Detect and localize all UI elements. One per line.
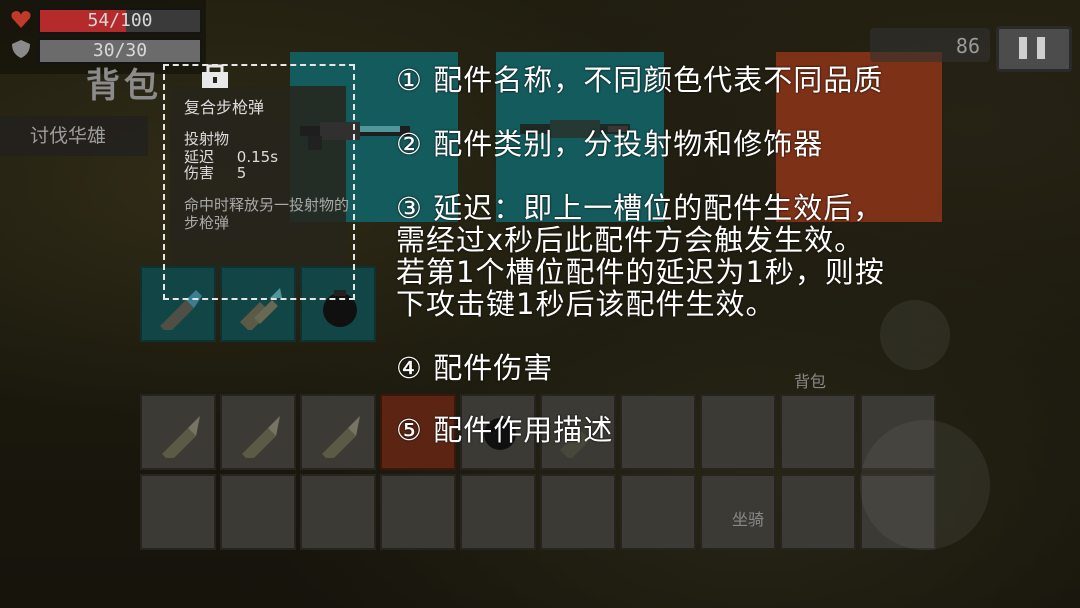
hp-bar: 54/100 [38, 8, 202, 34]
note-2-number: ② [396, 127, 423, 161]
quest-tracker[interactable]: 讨伐华雄 [0, 116, 148, 156]
note-5-text: 配件作用描述 [433, 413, 614, 447]
shield-icon [12, 40, 30, 58]
coin-counter: 86 [870, 28, 990, 62]
note-3: ③ 延迟：即上一槽位的配件生效后， 需经过x秒后此配件方会触发生效。 若第1个槽… [396, 192, 885, 320]
note-4-text: 配件伤害 [433, 351, 554, 385]
note-1-number: ① [396, 63, 423, 97]
note-3-number: ③ [396, 191, 423, 225]
note-1-text: 配件名称，不同颜色代表不同品质 [433, 63, 884, 97]
note-3-line-4: 下攻击键1秒后该配件生效。 [396, 287, 776, 321]
note-3-line-2: 需经过x秒后此配件方会触发生效。 [396, 223, 865, 257]
note-4: ④ 配件伤害 [396, 352, 553, 384]
heart-icon [11, 11, 31, 28]
note-5-number: ⑤ [396, 413, 423, 447]
bag-title: 背包 [86, 66, 162, 106]
hp-text: 54/100 [87, 10, 153, 31]
note-4-number: ④ [396, 351, 423, 385]
note-3-line-1: 延迟：即上一槽位的配件生效后， [433, 191, 884, 225]
note-2: ② 配件类别，分投射物和修饰器 [396, 128, 823, 160]
coin-count: 86 [955, 34, 980, 58]
note-5: ⑤ 配件作用描述 [396, 414, 613, 446]
note-2-text: 配件类别，分投射物和修饰器 [433, 127, 824, 161]
pause-icon [1019, 37, 1027, 59]
note-1: ① 配件名称，不同颜色代表不同品质 [396, 64, 883, 96]
pause-button[interactable] [996, 26, 1072, 72]
tooltip-highlight-box [163, 64, 355, 300]
note-3-line-3: 若第1个槽位配件的延迟为1秒，则按 [396, 255, 885, 289]
